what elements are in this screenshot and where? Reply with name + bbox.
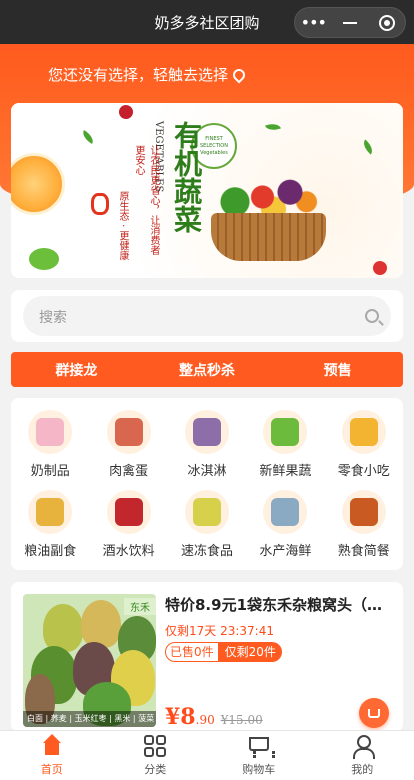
search-input[interactable]: 搜索 [23,296,391,336]
category-grid: 奶制品 肉禽蛋 冰淇淋 新鲜果蔬 零食小吃粮油副食 酒水饮料 速冻食品 水产海鲜 熟食简餐 [11,398,403,570]
cherry-image [373,261,387,275]
category-image [263,489,308,534]
product-brand-tag: 东禾 [124,598,156,615]
banner-slogan: 让农民更省心，让消费者更安心 [133,145,159,255]
category-image [184,409,229,454]
category-item[interactable]: 零食小吃 [325,404,403,484]
banner-subslogan: 原生态 · 更健康 [117,191,128,261]
tab-flash-sale[interactable]: 整点秒杀 [142,352,273,387]
mini-program-capsule: ••• [294,7,406,38]
category-icon [143,734,167,758]
category-label: 新鲜果蔬 [259,463,312,479]
category-label: 熟食简餐 [337,543,390,559]
promo-banner[interactable]: FINEST SELECTION Vegetables 有机蔬菜 VEGETAB… [11,103,403,278]
stock-info: 已售0件 仅剩20件 [165,642,282,662]
product-flavor-strip: 白面 | 荞麦 | 玉米红枣 | 黑米 | 菠菜 [23,711,156,727]
tab-cart[interactable]: 购物车 [207,731,311,780]
tab-category[interactable]: 分类 [104,731,208,780]
category-label: 冰淇淋 [187,463,227,479]
category-image [106,489,151,534]
bun-image [43,604,83,652]
tab-mine-label: 我的 [351,763,374,776]
minimize-icon[interactable] [335,11,365,35]
search-icon [365,309,379,323]
sold-count: 已售0件 [165,642,219,662]
cart-icon [368,708,380,718]
category-item[interactable]: 奶制品 [11,404,89,484]
add-to-cart-button[interactable] [359,698,389,728]
category-item[interactable]: 速冻食品 [168,484,246,564]
category-label: 粮油副食 [24,543,77,559]
category-item[interactable]: 水产海鲜 [246,484,324,564]
category-label: 奶制品 [30,463,70,479]
pepper-image [91,193,109,215]
activity-tabs: 群接龙 整点秒杀 预售 [11,352,403,387]
price-decimal: .90 [195,713,215,727]
tab-category-label: 分类 [144,763,167,776]
tab-home-label: 首页 [40,763,63,776]
tab-mine[interactable]: 我的 [311,731,414,780]
bottom-tab-bar: 首页 分类 购物车 我的 [0,730,414,780]
category-item[interactable]: 冰淇淋 [168,404,246,484]
product-price: ¥8.90 ¥15.00 [165,704,263,730]
cart-icon [247,734,275,758]
tab-cart-label: 购物车 [242,763,276,776]
bun-image [81,600,121,648]
category-label: 水产海鲜 [259,543,312,559]
tab-group-buy[interactable]: 群接龙 [11,352,142,387]
cherry-image [119,105,133,119]
home-icon [40,734,64,758]
remaining-count: 仅剩20件 [218,642,282,662]
countdown-timer: 仅剩17天 23:37:41 [165,624,274,638]
category-image [28,409,73,454]
search-placeholder: 搜索 [39,310,67,326]
category-label: 零食小吃 [337,463,390,479]
category-image [341,409,386,454]
category-item[interactable]: 粮油副食 [11,484,89,564]
product-card[interactable]: 东禾 白面 | 荞麦 | 玉米红枣 | 黑米 | 菠菜 特价8.9元1袋东禾杂粮… [11,582,403,732]
location-selector[interactable]: 您还没有选择，轻触去选择 [48,64,242,85]
category-label: 肉禽蛋 [109,463,149,479]
category-item[interactable]: 肉禽蛋 [89,404,167,484]
location-pin-icon [232,69,242,81]
category-item[interactable]: 熟食简餐 [325,484,403,564]
category-item[interactable]: 新鲜果蔬 [246,404,324,484]
category-image [263,409,308,454]
tab-presale[interactable]: 预售 [272,352,403,387]
category-image [341,489,386,534]
category-image [28,489,73,534]
location-text: 您还没有选择，轻触去选择 [48,66,229,84]
original-price: ¥15.00 [220,713,263,727]
close-target-icon[interactable] [372,11,402,35]
more-icon[interactable]: ••• [298,11,328,35]
lettuce-image [29,248,59,270]
title-bar: 奶多多社区团购 ••• [0,0,414,44]
basket-image [211,213,326,261]
category-image [184,489,229,534]
category-label: 速冻食品 [180,543,233,559]
product-title[interactable]: 特价8.9元1袋东禾杂粮窝头（… [165,594,393,615]
banner-title: 有机蔬菜 [170,121,203,233]
category-item[interactable]: 酒水饮料 [89,484,167,564]
tab-home[interactable]: 首页 [0,731,104,780]
price-integer: ¥8 [165,704,196,730]
category-label: 酒水饮料 [102,543,155,559]
category-image [106,409,151,454]
user-icon [350,734,376,759]
search-card: 搜索 [11,290,403,342]
product-image[interactable]: 东禾 白面 | 荞麦 | 玉米红枣 | 黑米 | 菠菜 [23,594,156,727]
